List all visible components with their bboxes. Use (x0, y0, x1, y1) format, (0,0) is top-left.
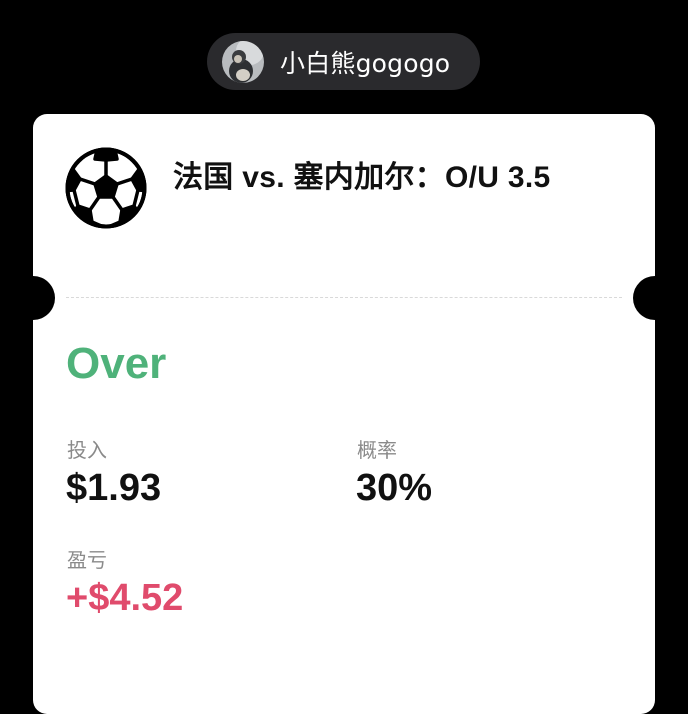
probability-value: 30% (356, 467, 433, 509)
bet-selection: Over (66, 339, 167, 388)
bet-ticket-card: 法国 vs. 塞内加尔：O/U 3.5 Over 投入 $1.93 概率 30%… (11, 114, 677, 714)
match-title: 法国 vs. 塞内加尔：O/U 3.5 (173, 161, 551, 194)
stake-value: $1.93 (66, 467, 162, 509)
pnl-value: +$4.52 (66, 577, 184, 619)
user-pill[interactable]: 小白熊gogogo (207, 33, 480, 90)
dashed-divider (66, 297, 622, 298)
pnl-label: 盈亏 (67, 548, 107, 572)
soccer-ball-icon (64, 146, 148, 230)
username: 小白熊gogogo (280, 48, 451, 78)
stake-label: 投入 (67, 438, 107, 462)
ticket-notch-right (633, 276, 677, 320)
avatar[interactable] (222, 40, 264, 83)
ticket-notch-left (11, 276, 55, 320)
avatar-image (222, 40, 264, 83)
probability-label: 概率 (357, 438, 397, 462)
